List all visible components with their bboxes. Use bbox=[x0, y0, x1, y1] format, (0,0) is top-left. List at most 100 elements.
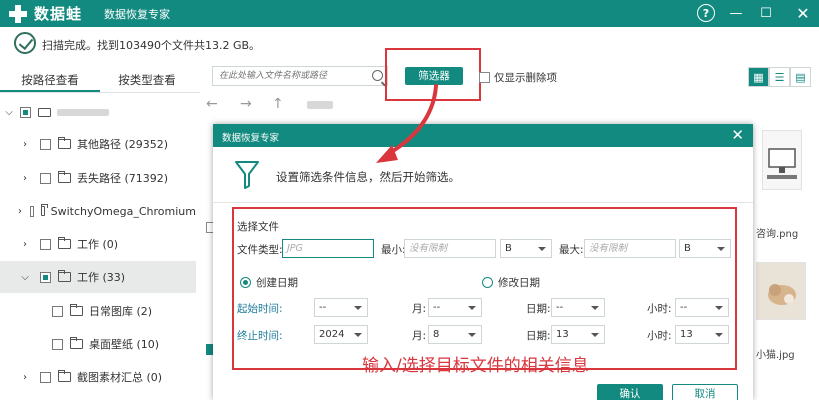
search-input[interactable] bbox=[213, 67, 363, 85]
created-date-radio[interactable] bbox=[240, 277, 251, 288]
tree-checkbox[interactable] bbox=[52, 305, 63, 317]
show-deleted-checkbox[interactable] bbox=[479, 72, 490, 83]
tree-checkbox[interactable] bbox=[30, 205, 34, 217]
up-arrow-icon[interactable]: ↑ bbox=[272, 96, 284, 112]
end-time-label: 终止时间: bbox=[237, 330, 283, 342]
scan-complete-check-icon bbox=[14, 32, 36, 54]
logo-cross-icon bbox=[8, 4, 28, 24]
tree-item-lost-paths[interactable]: › 丢失路径 (71392) bbox=[0, 162, 196, 194]
modified-date-label: 修改日期 bbox=[498, 277, 540, 289]
tree-item-switchyomega[interactable]: › SwitchyOmega_Chromium bbox=[0, 195, 196, 227]
tree-item-daily-gallery[interactable]: 日常图库 (2) bbox=[0, 295, 196, 327]
chevron-right-icon[interactable]: › bbox=[18, 206, 22, 217]
start-hour-select[interactable]: -- bbox=[675, 298, 729, 317]
tree-checkbox[interactable] bbox=[20, 106, 31, 118]
tree-checkbox[interactable] bbox=[52, 338, 63, 350]
created-date-label: 创建日期 bbox=[256, 277, 298, 289]
chevron-right-icon[interactable]: › bbox=[18, 239, 32, 250]
chevron-right-icon[interactable]: › bbox=[18, 372, 32, 383]
logo-text: 数据蛙 bbox=[34, 5, 83, 23]
filter-criteria-panel: 选择文件 文件类型: JPG 最小: 没有限制 B 最大: 没有限制 B 创建日… bbox=[232, 207, 737, 376]
tree-item-label: 工作 (33) bbox=[77, 271, 126, 284]
modified-date-radio[interactable] bbox=[482, 277, 493, 288]
tree-item-work-33[interactable]: ⌵ 工作 (33) bbox=[0, 261, 196, 293]
tree-item-other-paths[interactable]: › 其他路径 (29352) bbox=[0, 128, 196, 160]
folder-icon bbox=[70, 337, 83, 349]
tree-checkbox[interactable] bbox=[40, 271, 51, 283]
confirm-button[interactable]: 确认 bbox=[597, 384, 663, 400]
list-view-icon[interactable]: ☰ bbox=[769, 67, 790, 87]
tree-item-drive[interactable]: ⌵ bbox=[0, 96, 196, 128]
detail-view-icon[interactable]: ▤ bbox=[790, 67, 811, 87]
tree-item-label: SwitchyOmega_Chromium bbox=[50, 204, 196, 218]
end-month-select[interactable]: 8 bbox=[428, 325, 482, 344]
start-day-select[interactable]: -- bbox=[551, 298, 605, 317]
app-subtitle: 数据恢复专家 bbox=[104, 8, 170, 21]
tab-by-path[interactable]: 按路径查看 bbox=[0, 68, 100, 92]
cancel-button[interactable]: 取消 bbox=[672, 384, 738, 400]
start-year-select[interactable]: -- bbox=[314, 298, 368, 317]
dialog-info-text: 设置筛选条件信息，然后开始筛选。 bbox=[276, 170, 460, 184]
chevron-right-icon[interactable]: › bbox=[18, 173, 32, 184]
tree-checkbox[interactable] bbox=[40, 238, 51, 250]
maximize-button[interactable]: ☐ bbox=[757, 4, 775, 22]
view-mode-switcher: ▦ ☰ ▤ bbox=[748, 67, 811, 87]
start-month-label: 月: bbox=[412, 303, 427, 315]
folder-icon bbox=[40, 204, 48, 216]
minimize-button[interactable]: — bbox=[727, 4, 745, 22]
back-arrow-icon[interactable]: ← bbox=[206, 96, 218, 112]
close-button[interactable]: ✕ bbox=[794, 4, 812, 23]
tree-item-screenshot-materials[interactable]: › 截图素材汇总 (0) bbox=[0, 361, 196, 393]
min-unit-select[interactable]: B bbox=[500, 239, 552, 258]
folder-icon bbox=[70, 304, 83, 316]
tree-item-label: 丢失路径 (71392) bbox=[77, 172, 169, 185]
search-box[interactable] bbox=[212, 66, 388, 86]
tab-by-type[interactable]: 按类型查看 bbox=[100, 68, 194, 92]
min-size-label: 最小: bbox=[381, 244, 406, 256]
show-deleted-label: 仅显示删除项 bbox=[494, 72, 557, 84]
tree-item-work-0[interactable]: › 工作 (0) bbox=[0, 228, 196, 260]
min-size-input[interactable]: 没有限制 bbox=[404, 239, 496, 258]
funnel-icon bbox=[235, 161, 259, 189]
tab-divider bbox=[0, 92, 200, 93]
chevron-down-icon[interactable]: ⌵ bbox=[2, 107, 16, 118]
tree-checkbox[interactable] bbox=[40, 138, 51, 150]
show-deleted-toggle[interactable]: 仅显示删除项 bbox=[479, 70, 557, 85]
annotation-text: 输入/选择目标文件的相关信息 bbox=[362, 356, 589, 376]
end-month-label: 月: bbox=[412, 330, 427, 342]
end-day-label: 日期: bbox=[526, 330, 551, 342]
file-thumbnail-image[interactable] bbox=[762, 130, 802, 190]
tree-checkbox[interactable] bbox=[40, 172, 51, 184]
tree-item-label: 工作 (0) bbox=[77, 238, 119, 251]
start-month-select[interactable]: -- bbox=[428, 298, 482, 317]
grid-view-icon[interactable]: ▦ bbox=[748, 67, 769, 87]
end-year-select[interactable]: 2024 bbox=[314, 325, 368, 344]
search-icon[interactable] bbox=[372, 70, 383, 81]
tree-item-label: 截图素材汇总 (0) bbox=[77, 371, 163, 384]
dialog-divider bbox=[213, 202, 753, 203]
end-day-select[interactable]: 13 bbox=[551, 325, 605, 344]
monitor-thumbnail-icon bbox=[767, 148, 797, 179]
chevron-down-icon[interactable]: ⌵ bbox=[18, 272, 32, 283]
cat-thumbnail-image[interactable] bbox=[756, 262, 806, 320]
tree-item-desktop-wallpaper[interactable]: 桌面壁纸 (10) bbox=[0, 328, 196, 360]
folder-icon bbox=[58, 171, 71, 183]
file-name-label: 咨询.png bbox=[756, 229, 799, 240]
tree-item-label: 其他路径 (29352) bbox=[77, 138, 169, 151]
current-path-redacted bbox=[307, 101, 333, 109]
max-size-input[interactable]: 没有限制 bbox=[584, 239, 676, 258]
folder-icon bbox=[58, 370, 71, 382]
dialog-close-icon[interactable]: ✕ bbox=[731, 126, 744, 144]
tree-checkbox[interactable] bbox=[40, 371, 51, 383]
help-button[interactable]: ? bbox=[697, 4, 715, 22]
folder-icon bbox=[58, 237, 71, 249]
tree-item-label: 桌面壁纸 (10) bbox=[89, 338, 160, 351]
chevron-right-icon[interactable]: › bbox=[18, 139, 32, 150]
tree-item-label: 日常图库 (2) bbox=[89, 305, 153, 318]
forward-arrow-icon[interactable]: → bbox=[240, 96, 252, 112]
scan-status-text: 扫描完成。找到103490个文件共13.2 GB。 bbox=[42, 39, 261, 52]
end-hour-select[interactable]: 13 bbox=[675, 325, 729, 344]
dialog-header: 数据恢复专家 ✕ bbox=[213, 124, 753, 147]
max-unit-select[interactable]: B bbox=[679, 239, 731, 258]
file-type-input[interactable]: JPG bbox=[282, 239, 374, 258]
